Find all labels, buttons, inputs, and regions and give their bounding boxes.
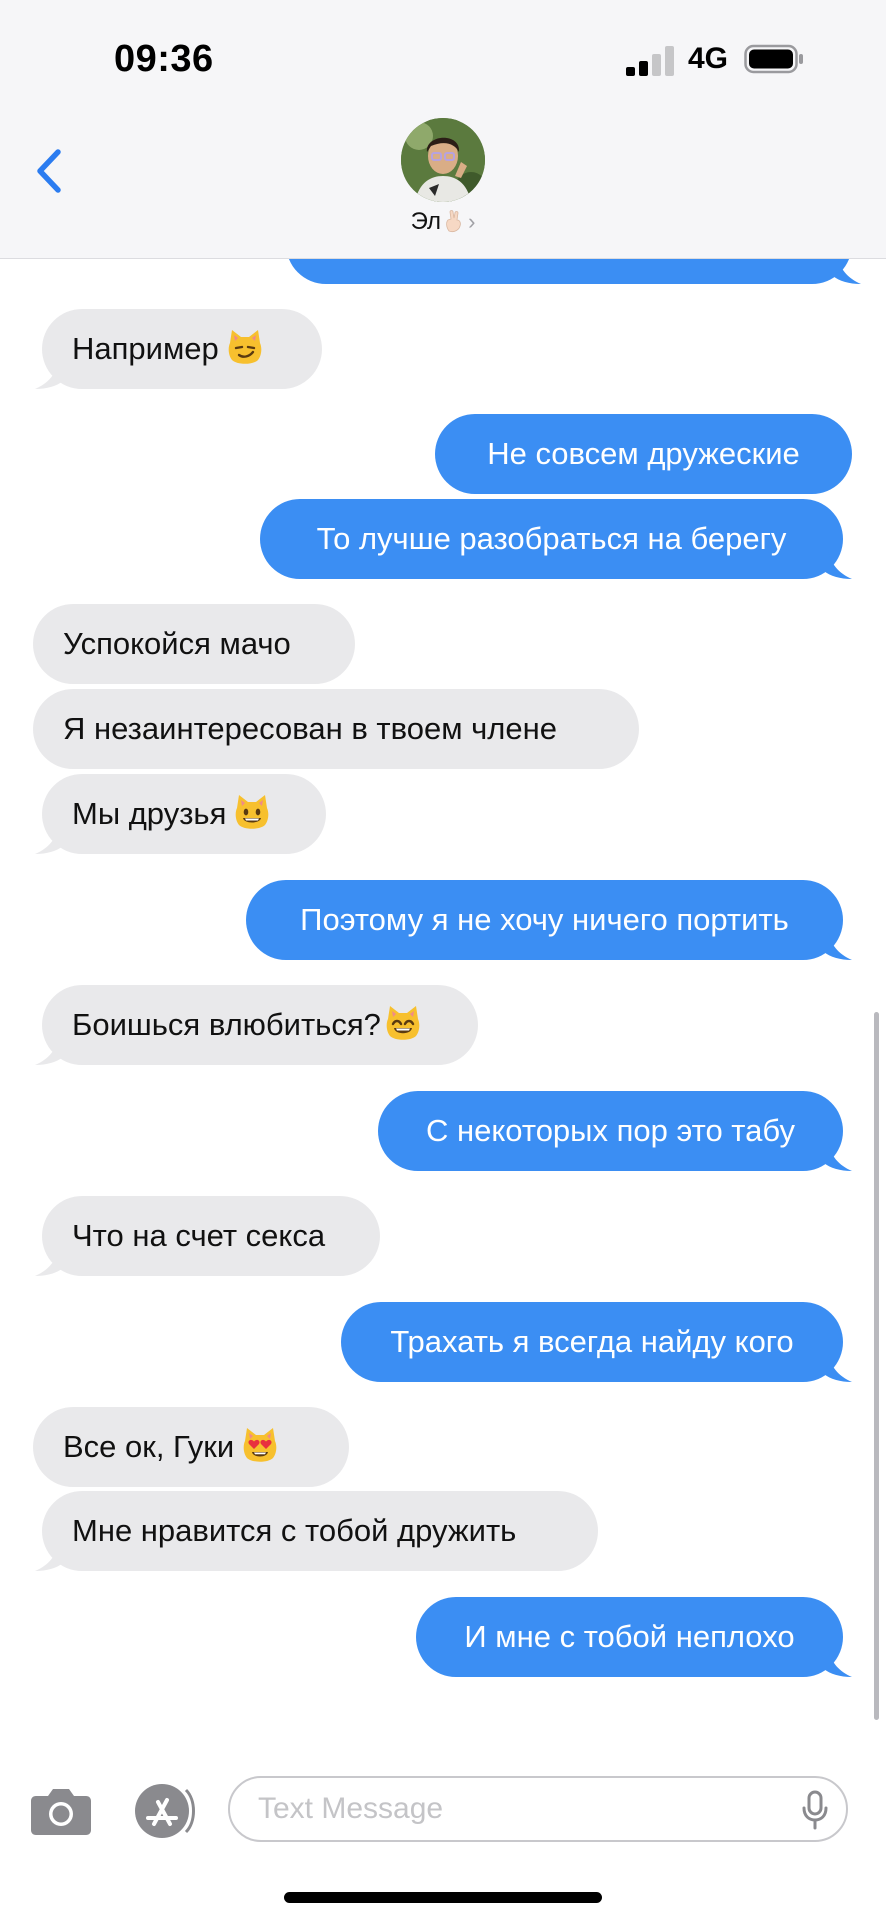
contact-info-button[interactable]: Эл ›	[380, 118, 506, 236]
message-text: Мне нравится с тобой дружить	[72, 1513, 517, 1548]
microphone-icon[interactable]	[800, 1790, 830, 1830]
smirking-cat-emoji-icon	[228, 330, 262, 364]
avatar-photo	[401, 118, 485, 202]
message-text: Что на счет секса	[72, 1218, 326, 1253]
messages-screen: Например Не совсем дружеские То лучше ра…	[0, 0, 886, 1920]
message-bubble-outgoing[interactable]: Не совсем дружеские	[435, 414, 852, 494]
message-bubble-incoming[interactable]: Например	[42, 309, 322, 389]
message-text: Все ок, Гуки	[63, 1429, 235, 1464]
message-thread[interactable]: Например Не совсем дружеские То лучше ра…	[0, 0, 886, 1920]
grinning-cat-emoji-icon	[236, 795, 269, 829]
bubble-tail	[35, 1246, 63, 1276]
bubble-tail	[824, 930, 852, 960]
message-bubble-incoming[interactable]: Боишься влюбиться?	[42, 985, 478, 1065]
message-text: С некоторых пор это табу	[426, 1113, 795, 1148]
crossed-fingers-emoji-icon	[446, 210, 461, 233]
grinning-cat-smiling-eyes-emoji-icon	[386, 1006, 420, 1040]
contact-name: Эл	[410, 208, 442, 235]
message-text: Например	[72, 331, 219, 366]
message-text: То лучше разобраться на берегу	[316, 521, 787, 556]
camera-icon[interactable]	[30, 1786, 92, 1836]
message-bubble-outgoing[interactable]: И мне с тобой неплохо	[416, 1597, 843, 1677]
message-text: Не совсем дружеские	[487, 436, 800, 471]
back-chevron-icon[interactable]	[30, 146, 70, 196]
bubble-tail	[824, 1352, 852, 1382]
message-bubble-incoming[interactable]: Что на счет секса	[42, 1196, 380, 1276]
message-bubble-outgoing[interactable]: Поэтому я не хочу ничего портить	[246, 880, 843, 960]
bubble-tail	[35, 1541, 63, 1571]
message-bubble-incoming[interactable]: Все ок, Гуки	[33, 1407, 349, 1487]
message-bubble-incoming[interactable]: Мы друзья	[42, 774, 326, 854]
cellular-signal-icon	[626, 46, 676, 76]
bubble-tail	[35, 824, 63, 854]
conversation-header: 09:36 4G Эл ›	[0, 0, 886, 259]
bubble-tail	[824, 549, 852, 579]
message-bubble-incoming[interactable]: Я незаинтересован в твоем члене	[33, 689, 639, 769]
message-text: Боишься влюбиться?	[72, 1007, 381, 1042]
status-time: 09:36	[114, 38, 214, 80]
message-text: Успокойся мачо	[63, 626, 291, 661]
chevron-right-icon: ›	[468, 209, 476, 234]
message-text: Я незаинтересован в твоем члене	[63, 711, 557, 746]
heart-eyes-cat-emoji-icon	[243, 1428, 277, 1462]
message-bubble-outgoing[interactable]: Трахать я всегда найду кого	[341, 1302, 843, 1382]
app-store-icon[interactable]	[134, 1780, 196, 1842]
message-text: И мне с тобой неплохо	[464, 1619, 795, 1654]
bubble-tail	[35, 359, 63, 389]
message-bubble-outgoing[interactable]: С некоторых пор это табу	[378, 1091, 843, 1171]
message-bubble-outgoing[interactable]: То лучше разобраться на берегу	[260, 499, 843, 579]
message-bubble-incoming[interactable]: Успокойся мачо	[33, 604, 355, 684]
message-text: Поэтому я не хочу ничего портить	[300, 902, 789, 937]
message-text: Трахать я всегда найду кого	[390, 1324, 794, 1359]
bubble-tail	[824, 1141, 852, 1171]
message-bubble-incoming[interactable]: Мне нравится с тобой дружить	[42, 1491, 598, 1571]
scroll-indicator[interactable]	[874, 1012, 879, 1720]
battery-icon	[744, 44, 803, 74]
message-text: Мы друзья	[72, 796, 227, 831]
bubble-tail	[35, 1035, 63, 1065]
contact-avatar[interactable]	[401, 118, 485, 202]
contact-name-row[interactable]: Эл ›	[380, 208, 506, 236]
home-indicator[interactable]	[284, 1892, 602, 1903]
message-input[interactable]	[228, 1776, 848, 1842]
bubble-tail	[824, 1647, 852, 1677]
network-type: 4G	[688, 42, 729, 75]
